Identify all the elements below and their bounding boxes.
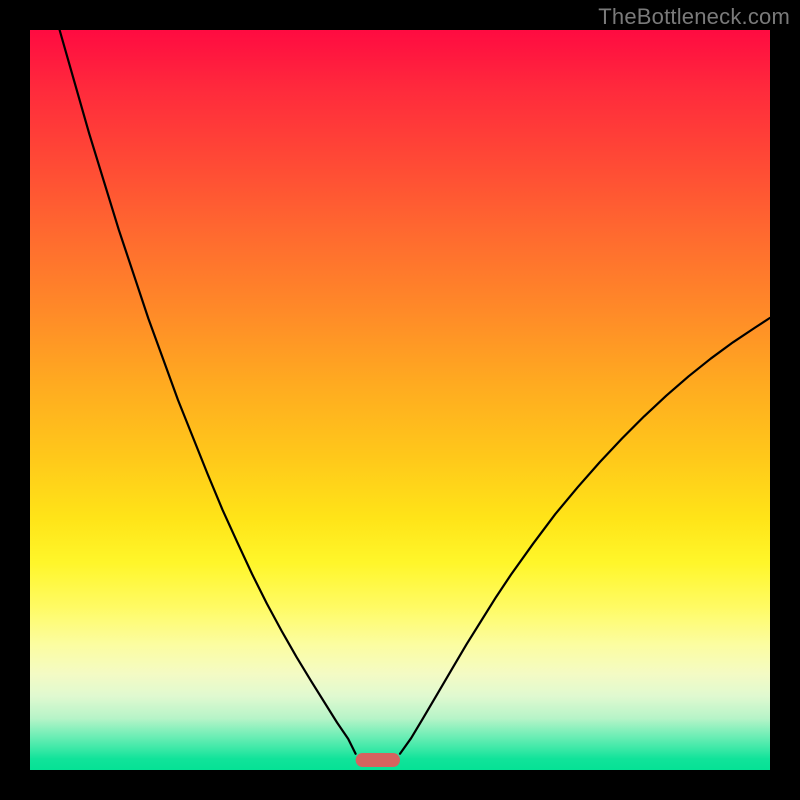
chart-frame: TheBottleneck.com	[0, 0, 800, 800]
plot-area	[30, 30, 770, 770]
minimum-marker-rect	[356, 753, 400, 767]
watermark-text: TheBottleneck.com	[598, 4, 790, 30]
minimum-marker	[356, 753, 400, 767]
curve-group	[60, 30, 770, 754]
curve-left-branch	[60, 30, 356, 754]
plot-svg	[30, 30, 770, 770]
curve-right-branch	[400, 318, 770, 754]
